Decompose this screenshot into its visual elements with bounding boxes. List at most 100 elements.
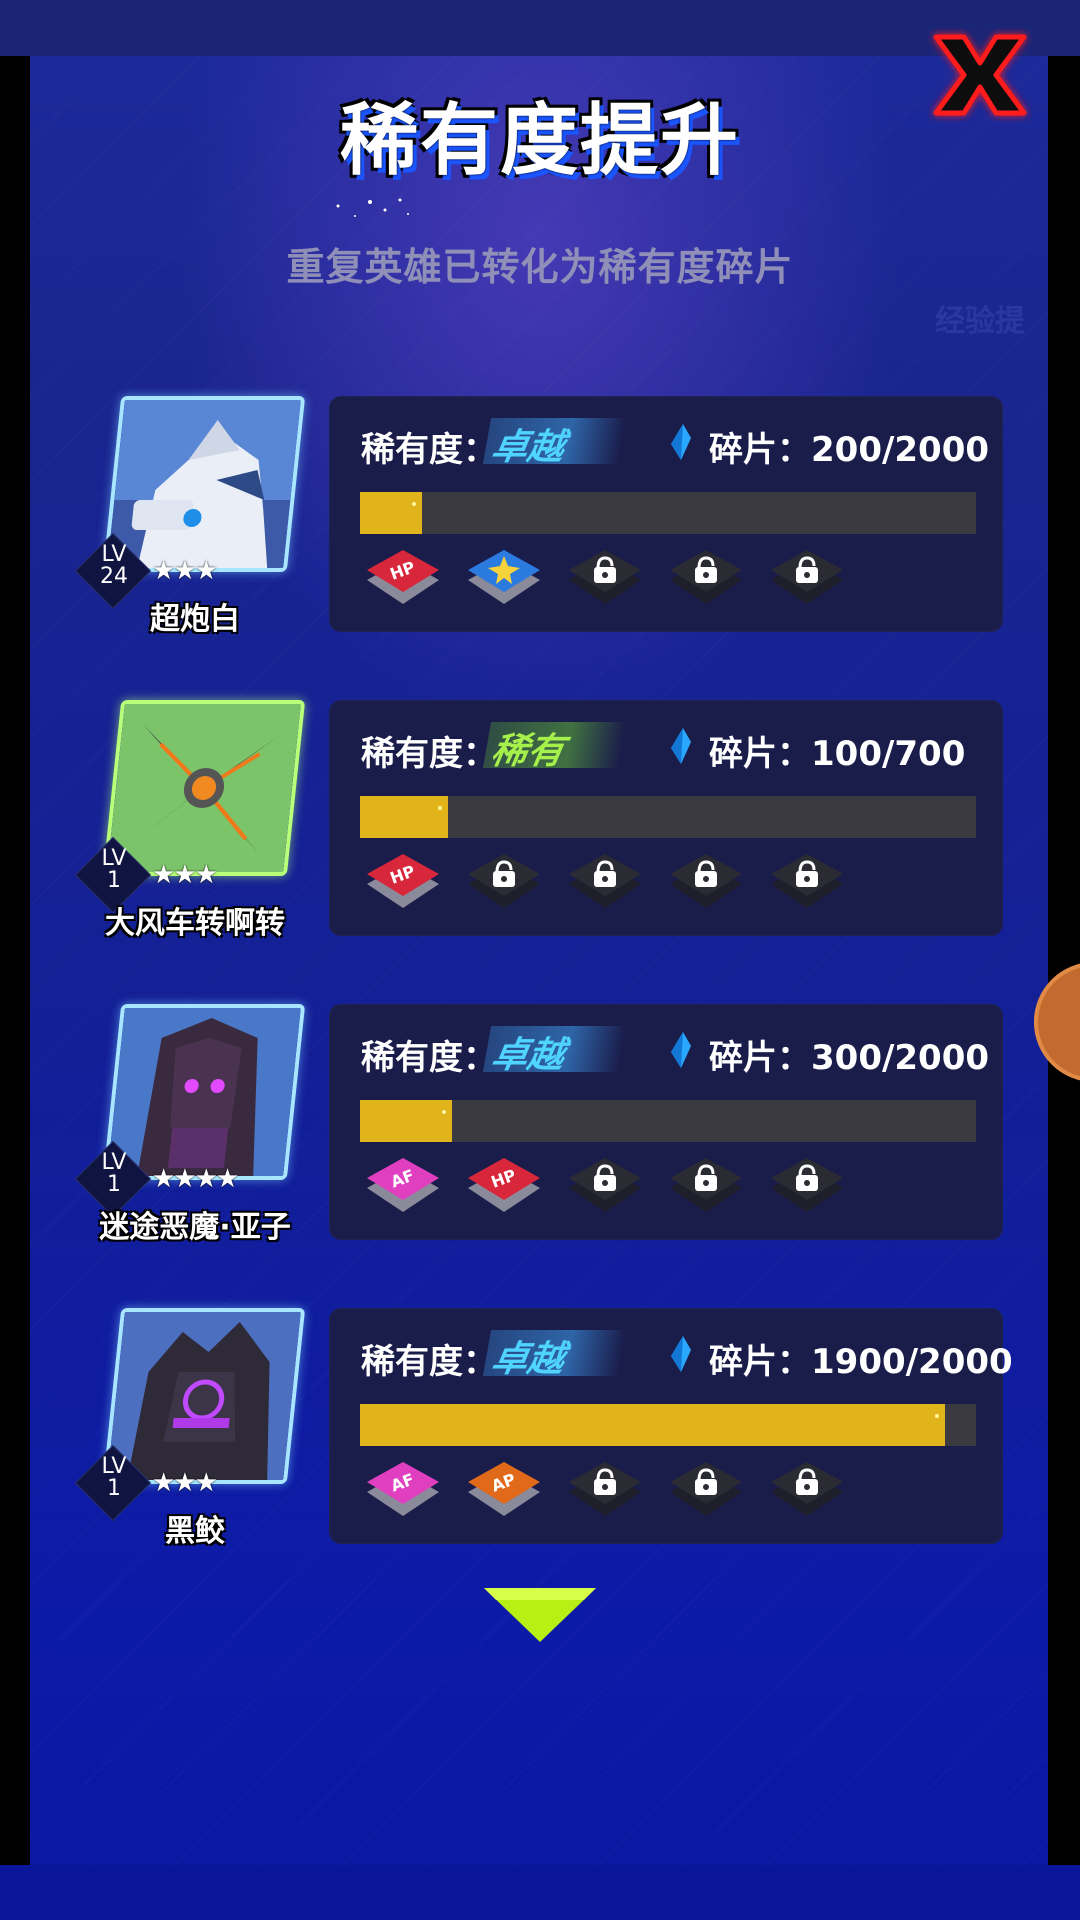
level-text: LV 1 — [101, 1454, 127, 1501]
hero-row: LV 24 ★★★ 超炮白 稀有度： 卓越 碎片：200/2000 HP — [0, 396, 1080, 637]
skill-slot[interactable]: AF — [363, 1150, 443, 1220]
hero-portrait[interactable]: LV 1 ★★★★ — [74, 1004, 306, 1218]
locked-skill-slot[interactable] — [565, 846, 645, 916]
locked-skill-slot[interactable] — [464, 846, 544, 916]
rarity-label: 稀有度： — [361, 734, 497, 774]
scroll-down-arrow-icon[interactable] — [480, 1584, 600, 1646]
locked-skill-slot[interactable] — [767, 1454, 847, 1524]
shard-icon — [671, 1032, 691, 1068]
lock-icon — [670, 854, 742, 908]
skill-slots: HP — [363, 846, 963, 916]
hero-avatar-image — [107, 1008, 301, 1176]
skill-slot[interactable]: HP — [363, 846, 443, 916]
hero-name: 黑鲛 — [165, 1514, 225, 1549]
hero-portrait[interactable]: LV 1 ★★★ — [74, 1308, 306, 1522]
star-rating: ★★★ — [152, 556, 218, 586]
lock-icon — [670, 550, 742, 604]
rarity-value: 卓越 — [482, 418, 628, 468]
shard-icon — [671, 728, 691, 764]
progress-fill — [360, 492, 422, 534]
left-border — [0, 56, 30, 1865]
lock-icon — [771, 854, 843, 908]
shard-icon — [671, 424, 691, 460]
rarity-card: 稀有度： 卓越 碎片：1900/2000 AF AP — [329, 1308, 1013, 1544]
skill-slot[interactable]: AF — [363, 1454, 443, 1524]
progress-sparkle — [442, 1110, 447, 1114]
progress-bar — [360, 492, 976, 534]
background-hint-text: 经验提 — [935, 304, 1025, 339]
locked-skill-slot[interactable] — [565, 1454, 645, 1524]
hero-row: LV 1 ★★★ 大风车转啊转 稀有度： 稀有 碎片：100/700 HP — [0, 700, 1080, 941]
progress-fill — [360, 1404, 946, 1446]
shard-count: 碎片：200/2000 — [709, 430, 990, 470]
progress-fill — [360, 796, 449, 838]
rarity-card: 稀有度： 卓越 碎片：300/2000 AF HP — [329, 1004, 1003, 1240]
skill-slot[interactable]: HP — [464, 1150, 544, 1220]
lock-icon — [771, 1158, 843, 1212]
lock-icon — [771, 1462, 843, 1516]
star-rating: ★★★ — [152, 860, 218, 890]
progress-bar — [360, 1404, 976, 1446]
rarity-value: 卓越 — [482, 1026, 628, 1076]
hp-skill-icon: HP — [367, 550, 439, 604]
lock-icon — [569, 854, 641, 908]
rarity-label: 稀有度： — [361, 430, 497, 470]
lock-icon — [569, 1158, 641, 1212]
hero-name: 大风车转啊转 — [105, 906, 285, 941]
right-border — [1048, 56, 1080, 1865]
level-text: LV 1 — [101, 1150, 127, 1197]
lock-icon — [771, 550, 843, 604]
lock-icon — [670, 1158, 742, 1212]
hero-portrait[interactable]: LV 24 ★★★ — [74, 396, 306, 610]
ap-skill-icon: AP — [468, 1462, 540, 1516]
progress-bar — [360, 796, 976, 838]
locked-skill-slot[interactable] — [666, 542, 746, 612]
lock-icon — [569, 550, 641, 604]
skill-slot[interactable]: HP — [363, 542, 443, 612]
skill-slots: AF HP — [363, 1150, 963, 1220]
subtitle: 重复英雄已转化为稀有度碎片 — [286, 245, 794, 289]
top-strip — [0, 0, 1080, 56]
star-rating: ★★★★ — [152, 1164, 239, 1194]
progress-fill — [360, 1100, 453, 1142]
rarity-label: 稀有度： — [361, 1038, 497, 1078]
progress-bar — [360, 1100, 976, 1142]
hp-skill-icon: HP — [367, 854, 439, 908]
skill-slot[interactable]: AP — [464, 1454, 544, 1524]
locked-skill-slot[interactable] — [767, 1150, 847, 1220]
hero-avatar-image — [107, 1312, 301, 1480]
hero-name: 超炮白 — [150, 602, 240, 637]
locked-skill-slot[interactable] — [666, 846, 746, 916]
lock-icon — [468, 854, 540, 908]
rarity-card: 稀有度： 卓越 碎片：200/2000 HP — [329, 396, 1003, 632]
progress-sparkle — [411, 502, 416, 506]
page-title: 稀有度提升 — [339, 96, 740, 186]
rarity-card: 稀有度： 稀有 碎片：100/700 HP — [329, 700, 1003, 936]
hero-row: LV 1 ★★★★ 迷途恶魔·亚子 稀有度： 卓越 碎片：300/2000 AF H… — [0, 1004, 1080, 1245]
locked-skill-slot[interactable] — [565, 542, 645, 612]
shard-count: 碎片：1900/2000 — [709, 1342, 1013, 1382]
shard-count: 碎片：300/2000 — [709, 1038, 990, 1078]
locked-skill-slot[interactable] — [666, 1454, 746, 1524]
rarity-label: 稀有度： — [361, 1342, 497, 1382]
bottom-strip — [0, 1865, 1080, 1920]
locked-skill-slot[interactable] — [767, 846, 847, 916]
progress-sparkle — [935, 1414, 940, 1418]
shard-count: 碎片：100/700 — [709, 734, 966, 774]
skill-slots: AF AP — [363, 1454, 963, 1524]
rarity-value: 稀有 — [482, 722, 628, 772]
hero-avatar-image — [107, 400, 301, 568]
sparkle-decoration — [336, 198, 409, 217]
locked-skill-slot[interactable] — [666, 1150, 746, 1220]
hero-portrait[interactable]: LV 1 ★★★ — [74, 700, 306, 914]
lock-icon — [670, 1462, 742, 1516]
hp-skill-icon: HP — [468, 1158, 540, 1212]
locked-skill-slot[interactable] — [565, 1150, 645, 1220]
progress-sparkle — [438, 806, 443, 810]
shield-skill-icon — [468, 550, 540, 604]
skill-slot[interactable] — [464, 542, 544, 612]
locked-skill-slot[interactable] — [767, 542, 847, 612]
lock-icon — [569, 1462, 641, 1516]
skill-slots: HP — [363, 542, 963, 612]
hero-avatar-image — [107, 704, 301, 872]
